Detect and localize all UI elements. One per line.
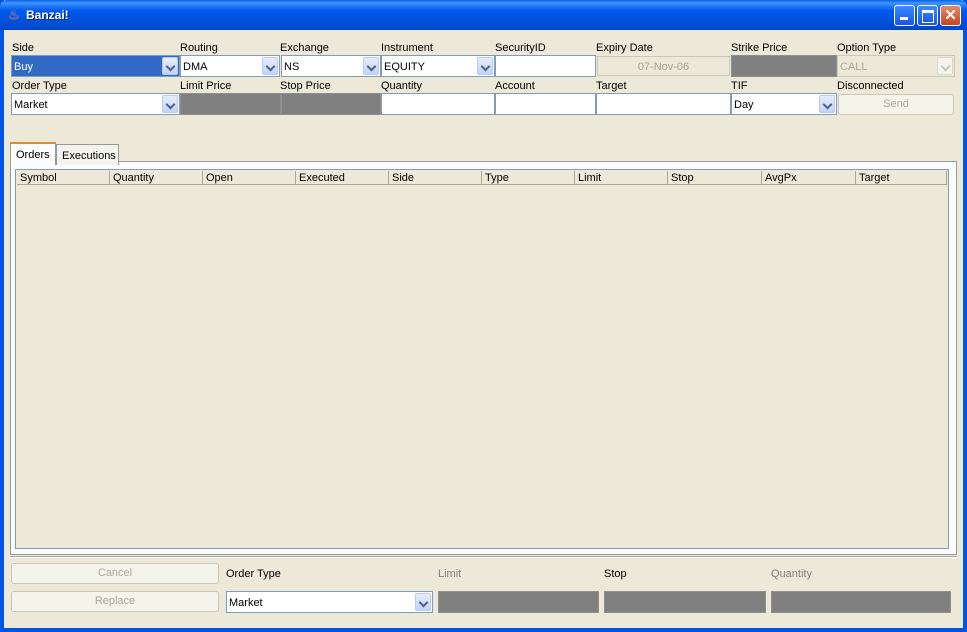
instrument-label: Instrument xyxy=(381,42,433,54)
modify-limit-label: Limit xyxy=(438,568,462,580)
quantity-field[interactable] xyxy=(381,93,495,115)
column-header-executed[interactable]: Executed xyxy=(296,171,389,185)
side-select[interactable]: Buy xyxy=(11,55,180,77)
chevron-down-icon[interactable] xyxy=(477,57,493,75)
security-id-field[interactable] xyxy=(495,55,596,77)
strike-price-field xyxy=(731,55,837,77)
expiry-date-label: Expiry Date xyxy=(596,42,653,54)
stop-price-field xyxy=(281,93,381,115)
tab-orders[interactable]: Orders xyxy=(10,142,56,165)
modify-order-type-value: Market xyxy=(229,597,263,609)
order-type-value: Market xyxy=(14,99,48,111)
close-icon: ✕ xyxy=(944,7,957,24)
option-type-select: CALL xyxy=(837,55,955,77)
divider xyxy=(10,556,957,558)
routing-label: Routing xyxy=(180,42,218,54)
order-type-label: Order Type xyxy=(12,80,67,92)
routing-value: DMA xyxy=(183,61,208,73)
minimize-icon xyxy=(895,6,914,25)
modify-order-type-select[interactable]: Market xyxy=(226,591,433,613)
window-title: Banzai! xyxy=(26,8,69,22)
chevron-down-icon[interactable] xyxy=(415,593,431,611)
exchange-label: Exchange xyxy=(280,42,329,54)
tab-executions[interactable]: Executions xyxy=(56,144,119,165)
chevron-down-icon[interactable] xyxy=(262,57,278,75)
column-header-open[interactable]: Open xyxy=(203,171,296,185)
modify-limit-field xyxy=(438,591,599,613)
tif-label: TIF xyxy=(731,80,748,92)
limit-price-label: Limit Price xyxy=(180,80,232,92)
minimize-button[interactable] xyxy=(894,5,915,26)
modify-order-type-label: Order Type xyxy=(226,568,281,580)
column-header-target[interactable]: Target xyxy=(856,171,947,185)
exchange-value: NS xyxy=(284,61,300,73)
side-label: Side xyxy=(12,42,35,54)
orders-table[interactable]: Symbol Quantity Open Executed Side Type … xyxy=(15,169,949,549)
modify-quantity-field xyxy=(771,591,951,613)
instrument-value: EQUITY xyxy=(384,61,425,73)
order-type-select[interactable]: Market xyxy=(11,93,180,115)
maximize-button[interactable] xyxy=(917,5,938,26)
expiry-date-field: 07-Nov-06 xyxy=(597,56,730,76)
quantity-label: Quantity xyxy=(381,80,422,92)
column-header-avgpx[interactable]: AvgPx xyxy=(762,171,856,185)
side-value: Buy xyxy=(14,61,33,73)
modify-stop-label: Stop xyxy=(604,568,627,580)
stop-price-label: Stop Price xyxy=(280,80,331,92)
account-field[interactable] xyxy=(495,93,596,115)
strike-price-label: Strike Price xyxy=(731,42,788,54)
column-header-type[interactable]: Type xyxy=(482,171,575,185)
java-cup-icon: ♨ xyxy=(8,7,20,22)
connection-status: Disconnected xyxy=(837,80,904,92)
option-type-label: Option Type xyxy=(837,42,897,54)
column-header-limit[interactable]: Limit xyxy=(575,171,668,185)
security-id-label: SecurityID xyxy=(495,42,546,54)
option-type-value: CALL xyxy=(840,61,868,73)
chevron-down-icon[interactable] xyxy=(819,95,835,113)
orders-table-header: Symbol Quantity Open Executed Side Type … xyxy=(17,171,947,185)
chevron-down-icon[interactable] xyxy=(363,57,379,75)
cancel-button[interactable]: Cancel xyxy=(11,563,219,584)
title-bar[interactable]: ♨ Banzai! ✕ xyxy=(0,0,967,30)
instrument-select[interactable]: EQUITY xyxy=(381,55,495,77)
exchange-select[interactable]: NS xyxy=(281,55,381,77)
maximize-icon xyxy=(918,6,937,25)
column-header-symbol[interactable]: Symbol xyxy=(17,171,110,185)
send-button[interactable]: Send xyxy=(838,94,954,115)
target-label: Target xyxy=(596,80,627,92)
column-header-quantity[interactable]: Quantity xyxy=(110,171,203,185)
limit-price-field xyxy=(180,93,281,115)
routing-select[interactable]: DMA xyxy=(180,55,280,77)
modify-stop-field xyxy=(604,591,766,613)
column-header-side[interactable]: Side xyxy=(389,171,482,185)
chevron-down-icon[interactable] xyxy=(162,95,178,113)
column-header-stop[interactable]: Stop xyxy=(668,171,762,185)
target-field[interactable] xyxy=(596,93,731,115)
chevron-down-icon xyxy=(937,57,953,75)
chevron-down-icon[interactable] xyxy=(162,57,178,75)
replace-button[interactable]: Replace xyxy=(11,591,219,612)
modify-quantity-label: Quantity xyxy=(771,568,812,580)
account-label: Account xyxy=(495,80,535,92)
close-button[interactable]: ✕ xyxy=(940,5,961,26)
tif-select[interactable]: Day xyxy=(731,93,837,115)
tif-value: Day xyxy=(734,99,754,111)
